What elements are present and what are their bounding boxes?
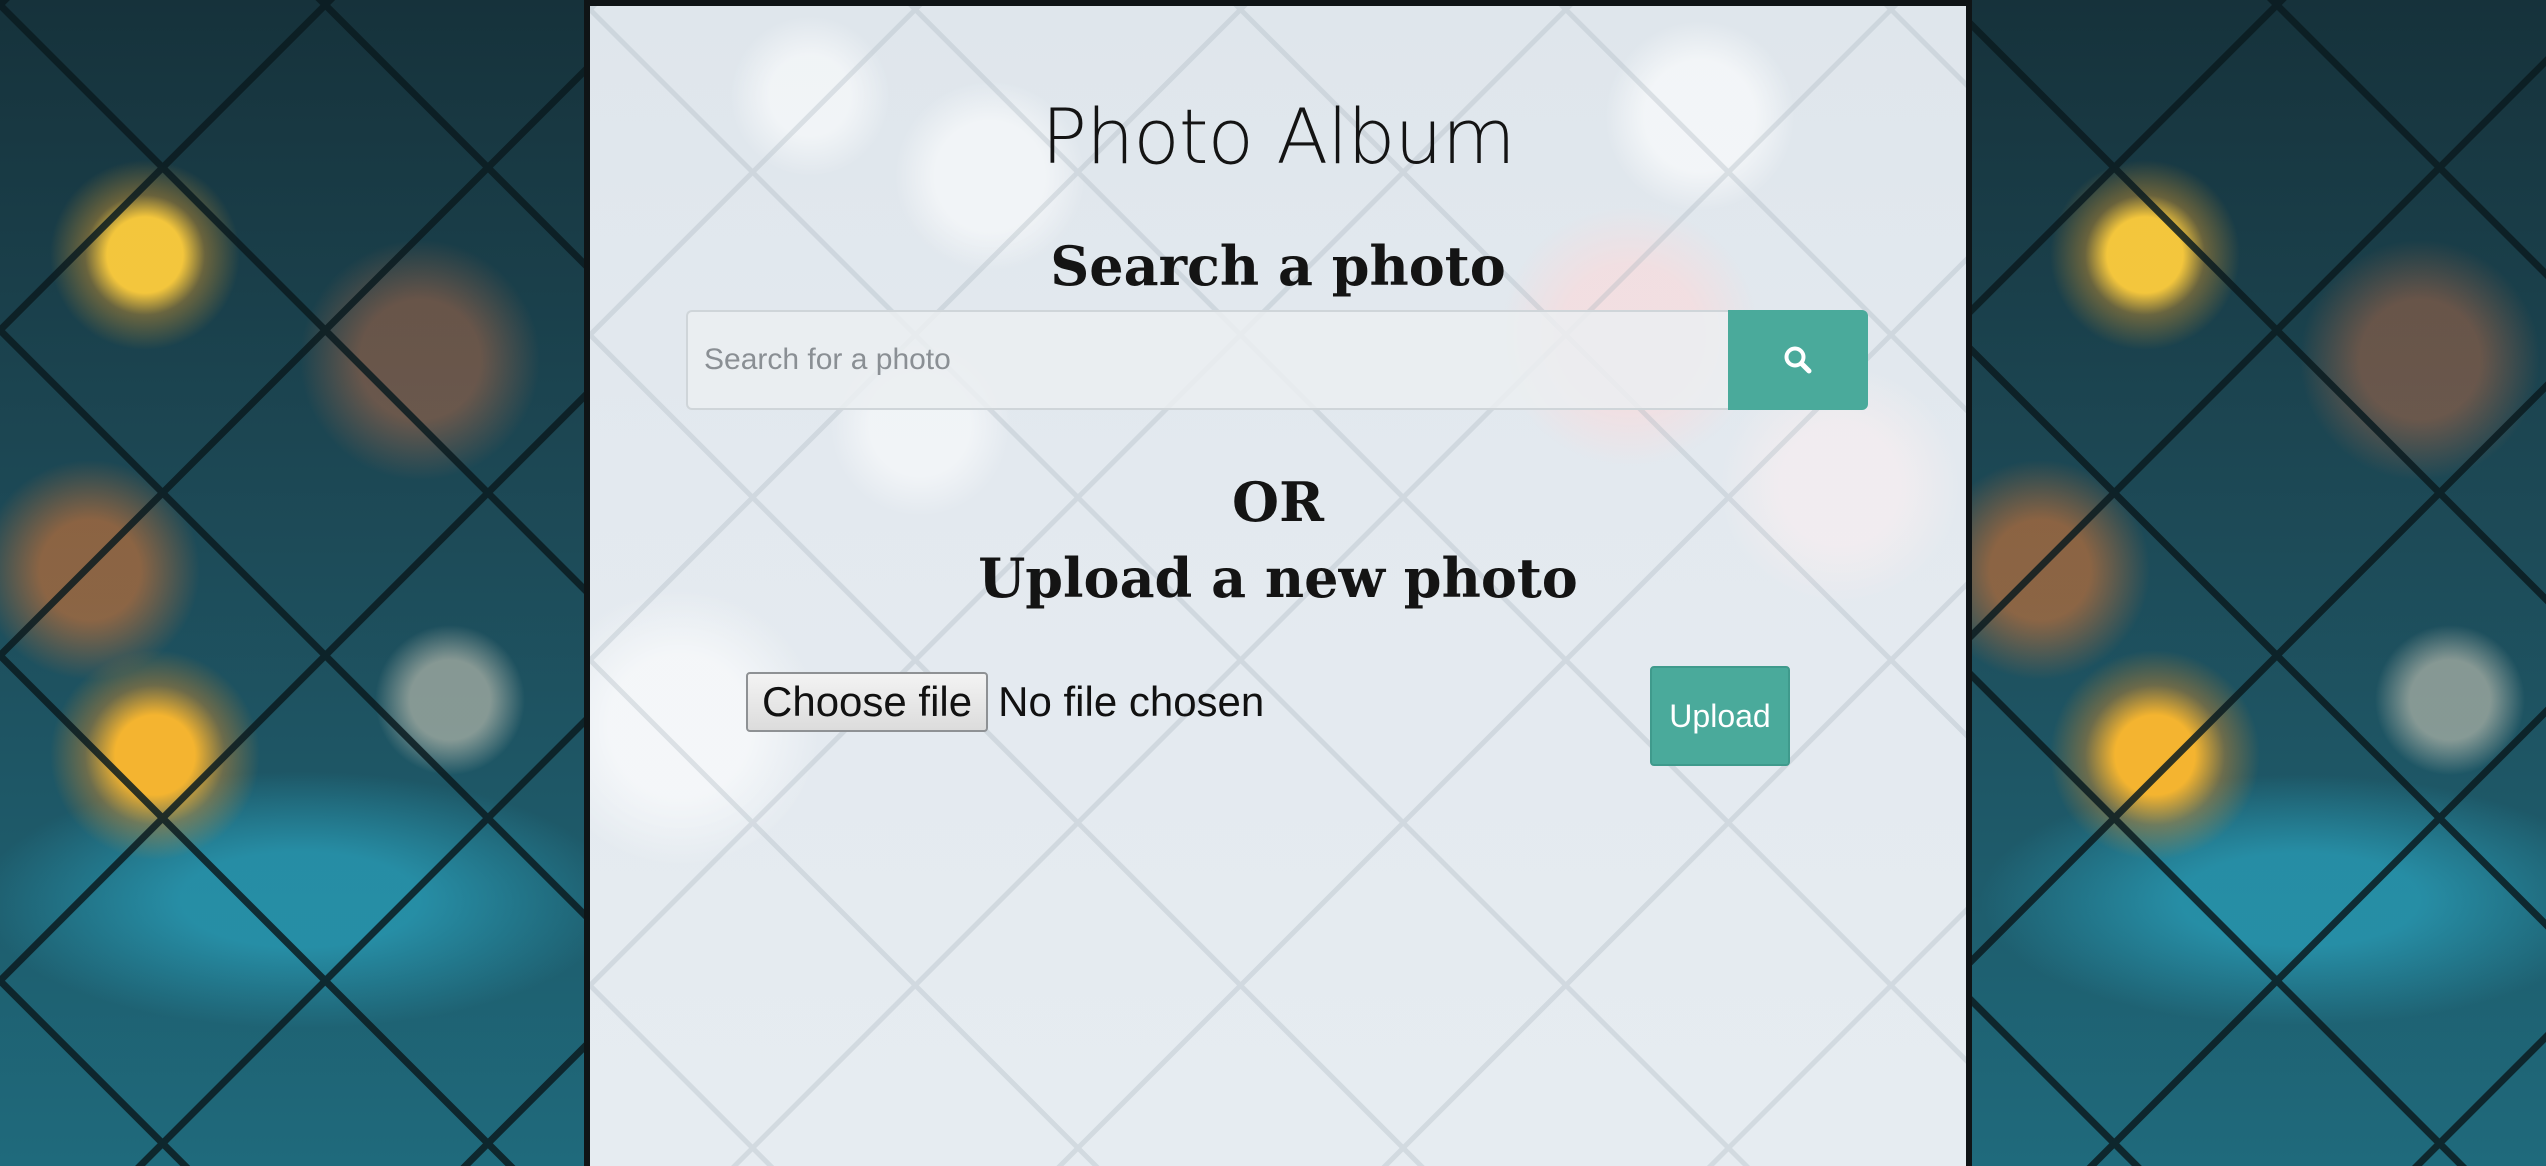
- upload-heading: Upload a new photo: [978, 546, 1578, 610]
- search-input[interactable]: [686, 310, 1728, 410]
- search-heading: Search a photo: [1050, 234, 1506, 298]
- upload-button[interactable]: Upload: [1650, 666, 1790, 766]
- page-title: Photo Album: [1041, 92, 1516, 181]
- or-divider: OR: [1232, 470, 1324, 534]
- search-bar: [686, 310, 1868, 410]
- upload-form: Choose file No file chosen Upload: [746, 666, 1806, 766]
- panel-content: Photo Album Search a photo OR Upload a n…: [590, 6, 1966, 1166]
- search-icon: [1783, 345, 1813, 375]
- choose-file-button[interactable]: Choose file: [746, 672, 989, 732]
- main-panel: Photo Album Search a photo OR Upload a n…: [584, 0, 1972, 1166]
- file-picker: Choose file No file chosen: [746, 672, 1264, 732]
- file-status: No file chosen: [998, 678, 1265, 725]
- search-button[interactable]: [1728, 310, 1868, 410]
